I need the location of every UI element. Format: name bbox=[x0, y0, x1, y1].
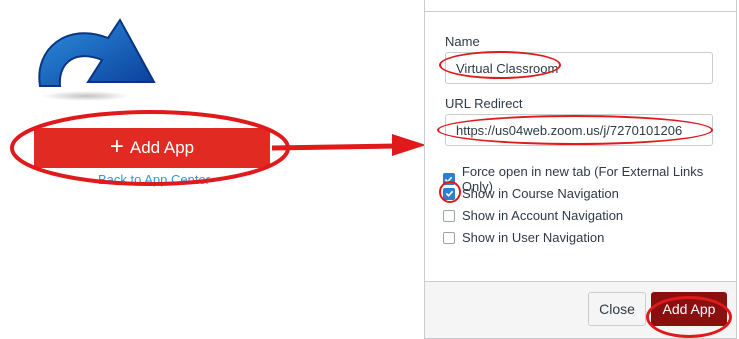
checkbox-force-new-tab[interactable] bbox=[443, 173, 455, 185]
redirect-arrow-icon bbox=[38, 18, 156, 101]
add-app-button-large[interactable]: + Add App bbox=[34, 128, 270, 168]
option-user-navigation[interactable]: Show in User Navigation bbox=[443, 230, 604, 245]
checkbox-user-navigation[interactable] bbox=[443, 231, 455, 244]
annotation-arrow bbox=[272, 134, 426, 156]
url-redirect-input[interactable] bbox=[445, 114, 713, 146]
option-label: Show in Account Navigation bbox=[462, 208, 624, 223]
close-button[interactable]: Close bbox=[588, 292, 646, 326]
edit-app-modal: Name URL Redirect Force open in new tab … bbox=[424, 0, 737, 339]
modal-header bbox=[425, 0, 736, 12]
name-label: Name bbox=[445, 34, 480, 49]
add-app-label: Add App bbox=[129, 138, 195, 157]
check-icon bbox=[445, 190, 453, 197]
modal-footer: Close Add App bbox=[425, 281, 736, 338]
checkbox-account-navigation[interactable] bbox=[443, 209, 455, 222]
url-redirect-label: URL Redirect bbox=[445, 96, 523, 111]
name-input[interactable] bbox=[445, 52, 713, 84]
option-account-navigation[interactable]: Show in Account Navigation bbox=[443, 208, 623, 223]
plus-icon: + bbox=[109, 133, 124, 160]
option-course-navigation[interactable]: Show in Course Navigation bbox=[443, 186, 619, 201]
check-icon bbox=[445, 176, 453, 183]
back-to-app-center-link[interactable]: Back to App Center bbox=[98, 172, 210, 187]
option-label: Show in User Navigation bbox=[462, 230, 605, 245]
option-label: Show in Course Navigation bbox=[462, 186, 619, 201]
checkbox-course-navigation[interactable] bbox=[443, 187, 455, 200]
add-app-submit-button[interactable]: Add App bbox=[651, 292, 727, 326]
